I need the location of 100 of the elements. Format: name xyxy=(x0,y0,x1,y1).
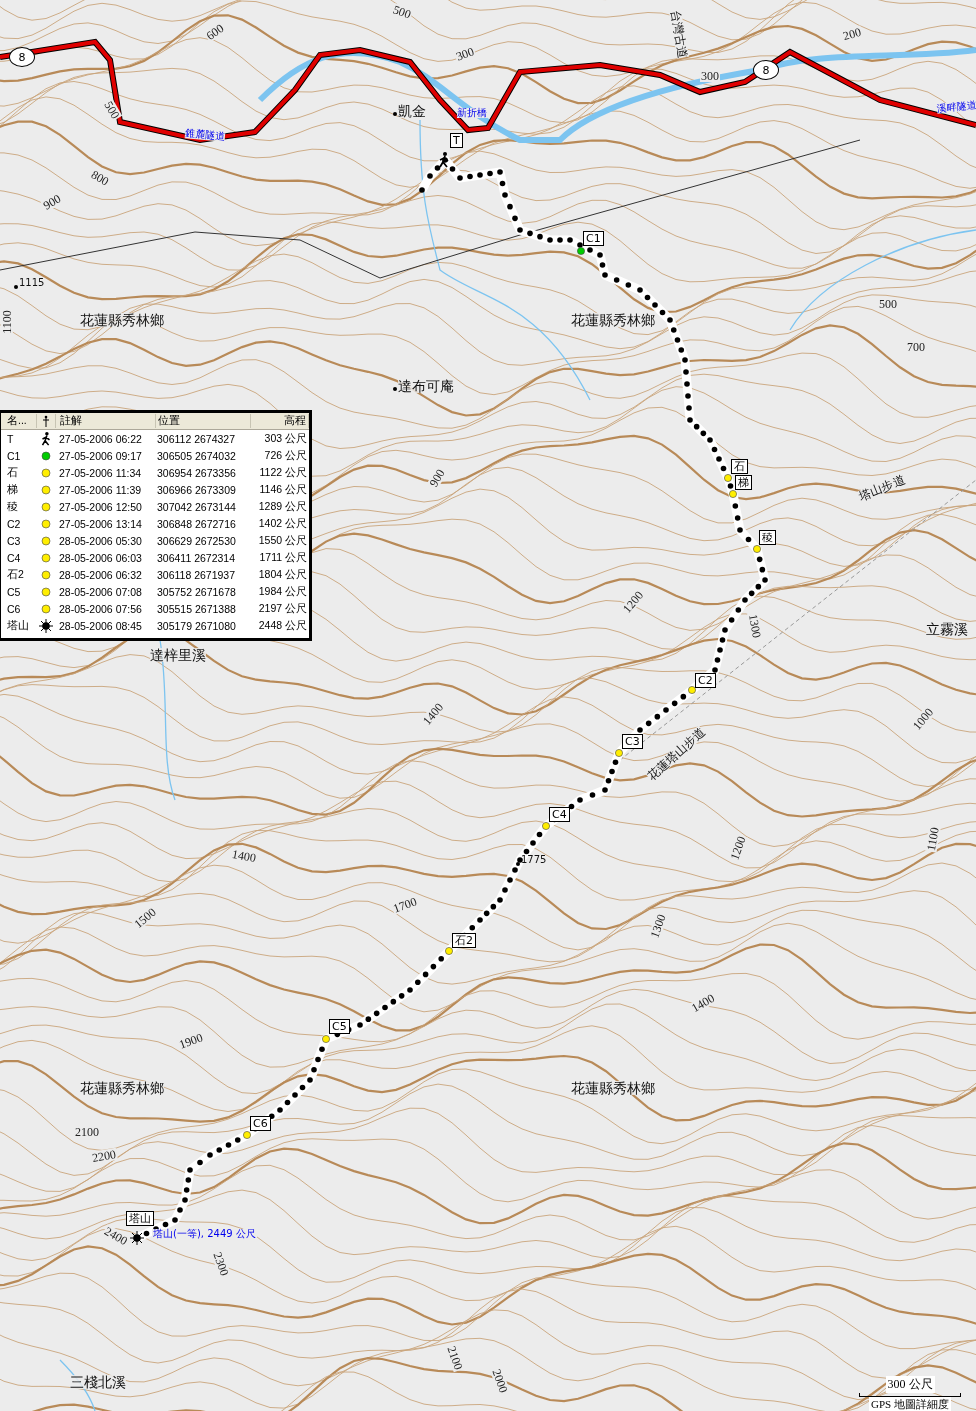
waypoint-marker xyxy=(41,535,51,546)
waypoint-marker xyxy=(41,586,51,597)
table-cell-text: 306411 2672314 xyxy=(156,551,237,564)
table-cell-text: 306966 2673309 xyxy=(156,483,237,496)
table-cell-text: 306954 2673356 xyxy=(156,466,237,479)
place-label: 花蓮縣秀林鄉 xyxy=(571,1081,655,1095)
place-dot-icon xyxy=(393,112,397,116)
hiker-icon xyxy=(439,152,449,168)
place-label: 花蓮縣秀林鄉 xyxy=(80,313,164,327)
table-cell-text: 27-05-2006 09:17 xyxy=(58,449,143,462)
table-cell-text: 28-05-2006 05:30 xyxy=(58,534,143,547)
place-dot-icon xyxy=(393,387,397,391)
table-cell-text: C4 xyxy=(6,551,22,564)
table-cell-text: 27-05-2006 06:22 xyxy=(58,432,143,445)
table-cell-text: T xyxy=(6,432,15,445)
contour-label: 2200 xyxy=(90,1147,118,1165)
waypoint-label: C2 xyxy=(695,673,716,688)
place-label: 達布可庵 xyxy=(398,379,454,393)
contour-label: 300 xyxy=(700,70,720,82)
table-cell-text: 塔山 xyxy=(6,618,30,633)
table-cell-text: 303 公尺 xyxy=(263,431,308,446)
contour-label: 2000 xyxy=(489,1366,511,1396)
column-header[interactable]: 名... xyxy=(1,414,37,428)
waypoint-label: T xyxy=(450,133,463,148)
contour-label: 700 xyxy=(906,341,926,353)
table-cell-text: 28-05-2006 06:32 xyxy=(58,568,143,581)
table-cell-text: C6 xyxy=(6,602,22,615)
waypoint-marker xyxy=(41,484,51,495)
table-cell-text: 27-05-2006 11:34 xyxy=(58,466,143,479)
contour-label: 1300 xyxy=(746,612,764,640)
table-cell-text: 27-05-2006 13:14 xyxy=(58,517,143,530)
table-cell-text: 1289 公尺 xyxy=(257,499,308,514)
table-cell-text: 石2 xyxy=(6,567,25,582)
table-cell-text: 306629 2672530 xyxy=(156,534,237,547)
road-label: 溪畔隧道 xyxy=(936,100,976,114)
trail-label: 花蓮塔山步道 xyxy=(645,725,707,783)
table-cell-text: 1402 公尺 xyxy=(257,516,308,531)
table-cell-text: 28-05-2006 07:56 xyxy=(58,602,143,615)
summit-icon xyxy=(129,1230,145,1246)
table-cell-text: 2448 公尺 xyxy=(257,618,308,633)
waypoint-marker xyxy=(41,467,51,478)
table-cell-text: 28-05-2006 07:08 xyxy=(58,585,143,598)
table-cell-text: 305179 2671080 xyxy=(156,619,237,632)
scale-distance: 300 公尺 xyxy=(885,1376,935,1393)
trail-label: 台灣古道 xyxy=(668,9,690,59)
road-label: 錐麓隧道 xyxy=(184,128,226,142)
waypoint-label: 稜 xyxy=(759,530,776,545)
table-cell-text: 27-05-2006 11:39 xyxy=(58,483,143,496)
map-detail-label: GPS 地圖詳細度 xyxy=(869,1397,951,1411)
waypoint-marker xyxy=(41,501,51,512)
contour-label: 1500 xyxy=(131,905,159,931)
place-label: 立霧溪 xyxy=(926,622,968,636)
table-cell-text: C1 xyxy=(6,449,22,462)
table-cell-text: 306112 2674327 xyxy=(156,432,237,445)
table-cell-text: 1711 公尺 xyxy=(258,550,308,565)
waypoint-label: 梯 xyxy=(735,475,752,490)
table-cell-text: 梯 xyxy=(6,482,19,497)
waypoint-label: C6 xyxy=(250,1116,271,1131)
spot-height-dot-icon xyxy=(516,862,520,866)
table-cell-text: 1146 公尺 xyxy=(258,482,308,497)
contour-label: 200 xyxy=(840,25,864,43)
table-cell-text: 307042 2673144 xyxy=(156,500,237,513)
waypoint-label: C4 xyxy=(549,807,570,822)
table-cell-text: 1984 公尺 xyxy=(257,584,308,599)
waypoint-marker xyxy=(41,450,51,461)
contour-label: 1400 xyxy=(230,847,258,865)
hiker-icon xyxy=(40,431,52,446)
contour-label: 500 xyxy=(878,298,898,310)
table-cell-text: 1804 公尺 xyxy=(257,567,308,582)
hiker-icon xyxy=(41,415,50,427)
table-cell-text: 306118 2671937 xyxy=(156,568,237,581)
column-header[interactable]: 高程 xyxy=(251,414,309,428)
waypoint-label: C3 xyxy=(622,734,643,749)
contour-label: 1100 xyxy=(924,825,941,853)
highway-shield: 8 xyxy=(9,47,35,67)
table-cell-text: C3 xyxy=(6,534,22,547)
summit-icon xyxy=(39,618,53,633)
place-label: 花蓮縣秀林鄉 xyxy=(80,1081,164,1095)
waypoint-marker xyxy=(41,518,51,529)
waypoint-marker xyxy=(41,569,51,580)
contour-label: 2100 xyxy=(74,1126,100,1138)
waypoint-label: 石2 xyxy=(452,933,476,948)
table-cell-text: C5 xyxy=(6,585,22,598)
contour-label: 2300 xyxy=(210,1249,232,1279)
place-label: 凱金 xyxy=(398,104,426,118)
column-header[interactable]: 位置 xyxy=(155,414,252,428)
table-cell-text: 726 公尺 xyxy=(263,448,308,463)
table-cell-text: 305752 2671678 xyxy=(156,585,237,598)
road-label: 新折橋 xyxy=(457,108,487,118)
table-cell-text: 2197 公尺 xyxy=(257,601,308,616)
spot-height-label: 1775 xyxy=(521,855,547,865)
trail-label: 塔山步道 xyxy=(857,473,907,503)
table-cell-text: 27-05-2006 12:50 xyxy=(58,500,143,513)
waypoint-label: 塔山 xyxy=(126,1211,154,1226)
place-label: 花蓮縣秀林鄉 xyxy=(571,313,655,327)
waypoint-label: 石 xyxy=(731,459,748,474)
table-cell-text: 稜 xyxy=(6,499,19,514)
highway-shield: 8 xyxy=(753,60,779,80)
table-cell-text: 1550 公尺 xyxy=(257,533,308,548)
column-header[interactable]: 註解 xyxy=(55,414,156,428)
